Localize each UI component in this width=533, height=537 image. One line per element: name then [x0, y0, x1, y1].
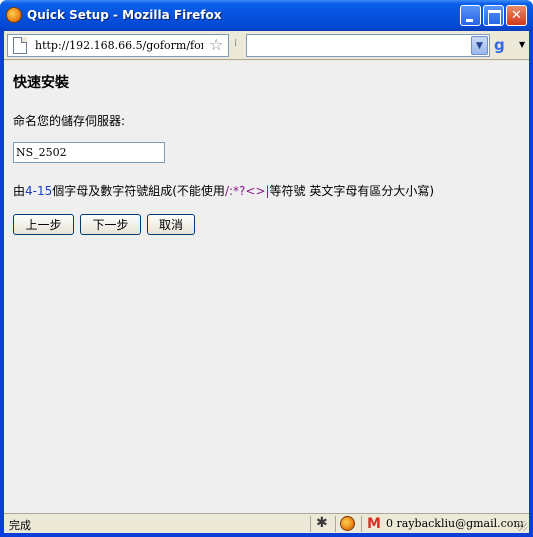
hint-symbols: /:*?<>|	[224, 184, 270, 198]
google-glyph: g	[494, 36, 505, 54]
title-bar[interactable]: Quick Setup - Mozilla Firefox ✕	[0, 0, 533, 31]
minimize-button[interactable]	[460, 5, 481, 26]
page-title: 快速安裝	[13, 75, 69, 91]
name-rule-hint: 由4-15個字母及數字符號組成(不能使用/:*?<>|等符號 英文字母有區分大小…	[13, 182, 434, 199]
search-dropdown-icon[interactable]: ▼	[471, 36, 488, 55]
cancel-button[interactable]: 取消	[147, 214, 195, 235]
hint-mid: 個字母及數字符號組成(不能使用	[52, 184, 225, 198]
browser-window: Quick Setup - Mozilla Firefox ✕ http://1…	[0, 0, 533, 537]
mail-count: 0	[386, 517, 393, 530]
close-button[interactable]: ✕	[506, 5, 527, 26]
hint-range: 4-15	[25, 184, 53, 198]
bookmark-star-icon[interactable]: ☆	[209, 36, 223, 54]
toolbar-splitter-icon[interactable]: ⁞	[234, 38, 237, 49]
navigation-toolbar: http://192.168.66.5/goform/formQ ☆ ⁞ ▼ g…	[4, 31, 529, 60]
page-content: 快速安裝 命名您的儲存伺服器: 由4-15個字母及數字符號組成(不能使用/:*?…	[4, 61, 529, 513]
status-bar: 完成 ✱ M 0 raybackliu@gmail.com	[4, 513, 529, 533]
previous-step-button[interactable]: 上一步	[13, 214, 74, 235]
url-bar[interactable]: http://192.168.66.5/goform/formQ ☆	[7, 34, 229, 57]
hint-suffix: 等符號 英文字母有區分大小寫)	[269, 184, 435, 198]
bug-icon[interactable]: ✱	[316, 515, 328, 531]
gmail-icon[interactable]: M	[367, 516, 381, 532]
status-separator	[335, 516, 336, 532]
search-engine-dropdown-icon[interactable]: ▼	[519, 40, 525, 49]
browser-frame: http://192.168.66.5/goform/formQ ☆ ⁞ ▼ g…	[4, 31, 529, 533]
firefox-icon	[6, 7, 22, 23]
server-name-input[interactable]	[13, 142, 165, 163]
hint-prefix: 由	[13, 184, 26, 198]
server-name-label: 命名您的儲存伺服器:	[13, 114, 126, 128]
page-icon	[13, 37, 27, 54]
gmail-notifier[interactable]: 0 raybackliu@gmail.com	[386, 517, 524, 530]
maximize-button[interactable]	[483, 5, 504, 26]
next-step-button[interactable]: 下一步	[80, 214, 141, 235]
url-text[interactable]: http://192.168.66.5/goform/formQ	[35, 39, 203, 52]
status-separator	[361, 516, 362, 532]
google-icon[interactable]: g	[494, 36, 505, 54]
resize-grip[interactable]	[517, 521, 527, 531]
search-input[interactable]: ▼	[246, 34, 490, 57]
window-title: Quick Setup - Mozilla Firefox	[27, 8, 222, 22]
firefox-status-icon[interactable]	[340, 516, 355, 531]
status-separator	[310, 516, 311, 532]
mail-account: raybackliu@gmail.com	[396, 517, 524, 530]
status-text: 完成	[9, 519, 31, 532]
